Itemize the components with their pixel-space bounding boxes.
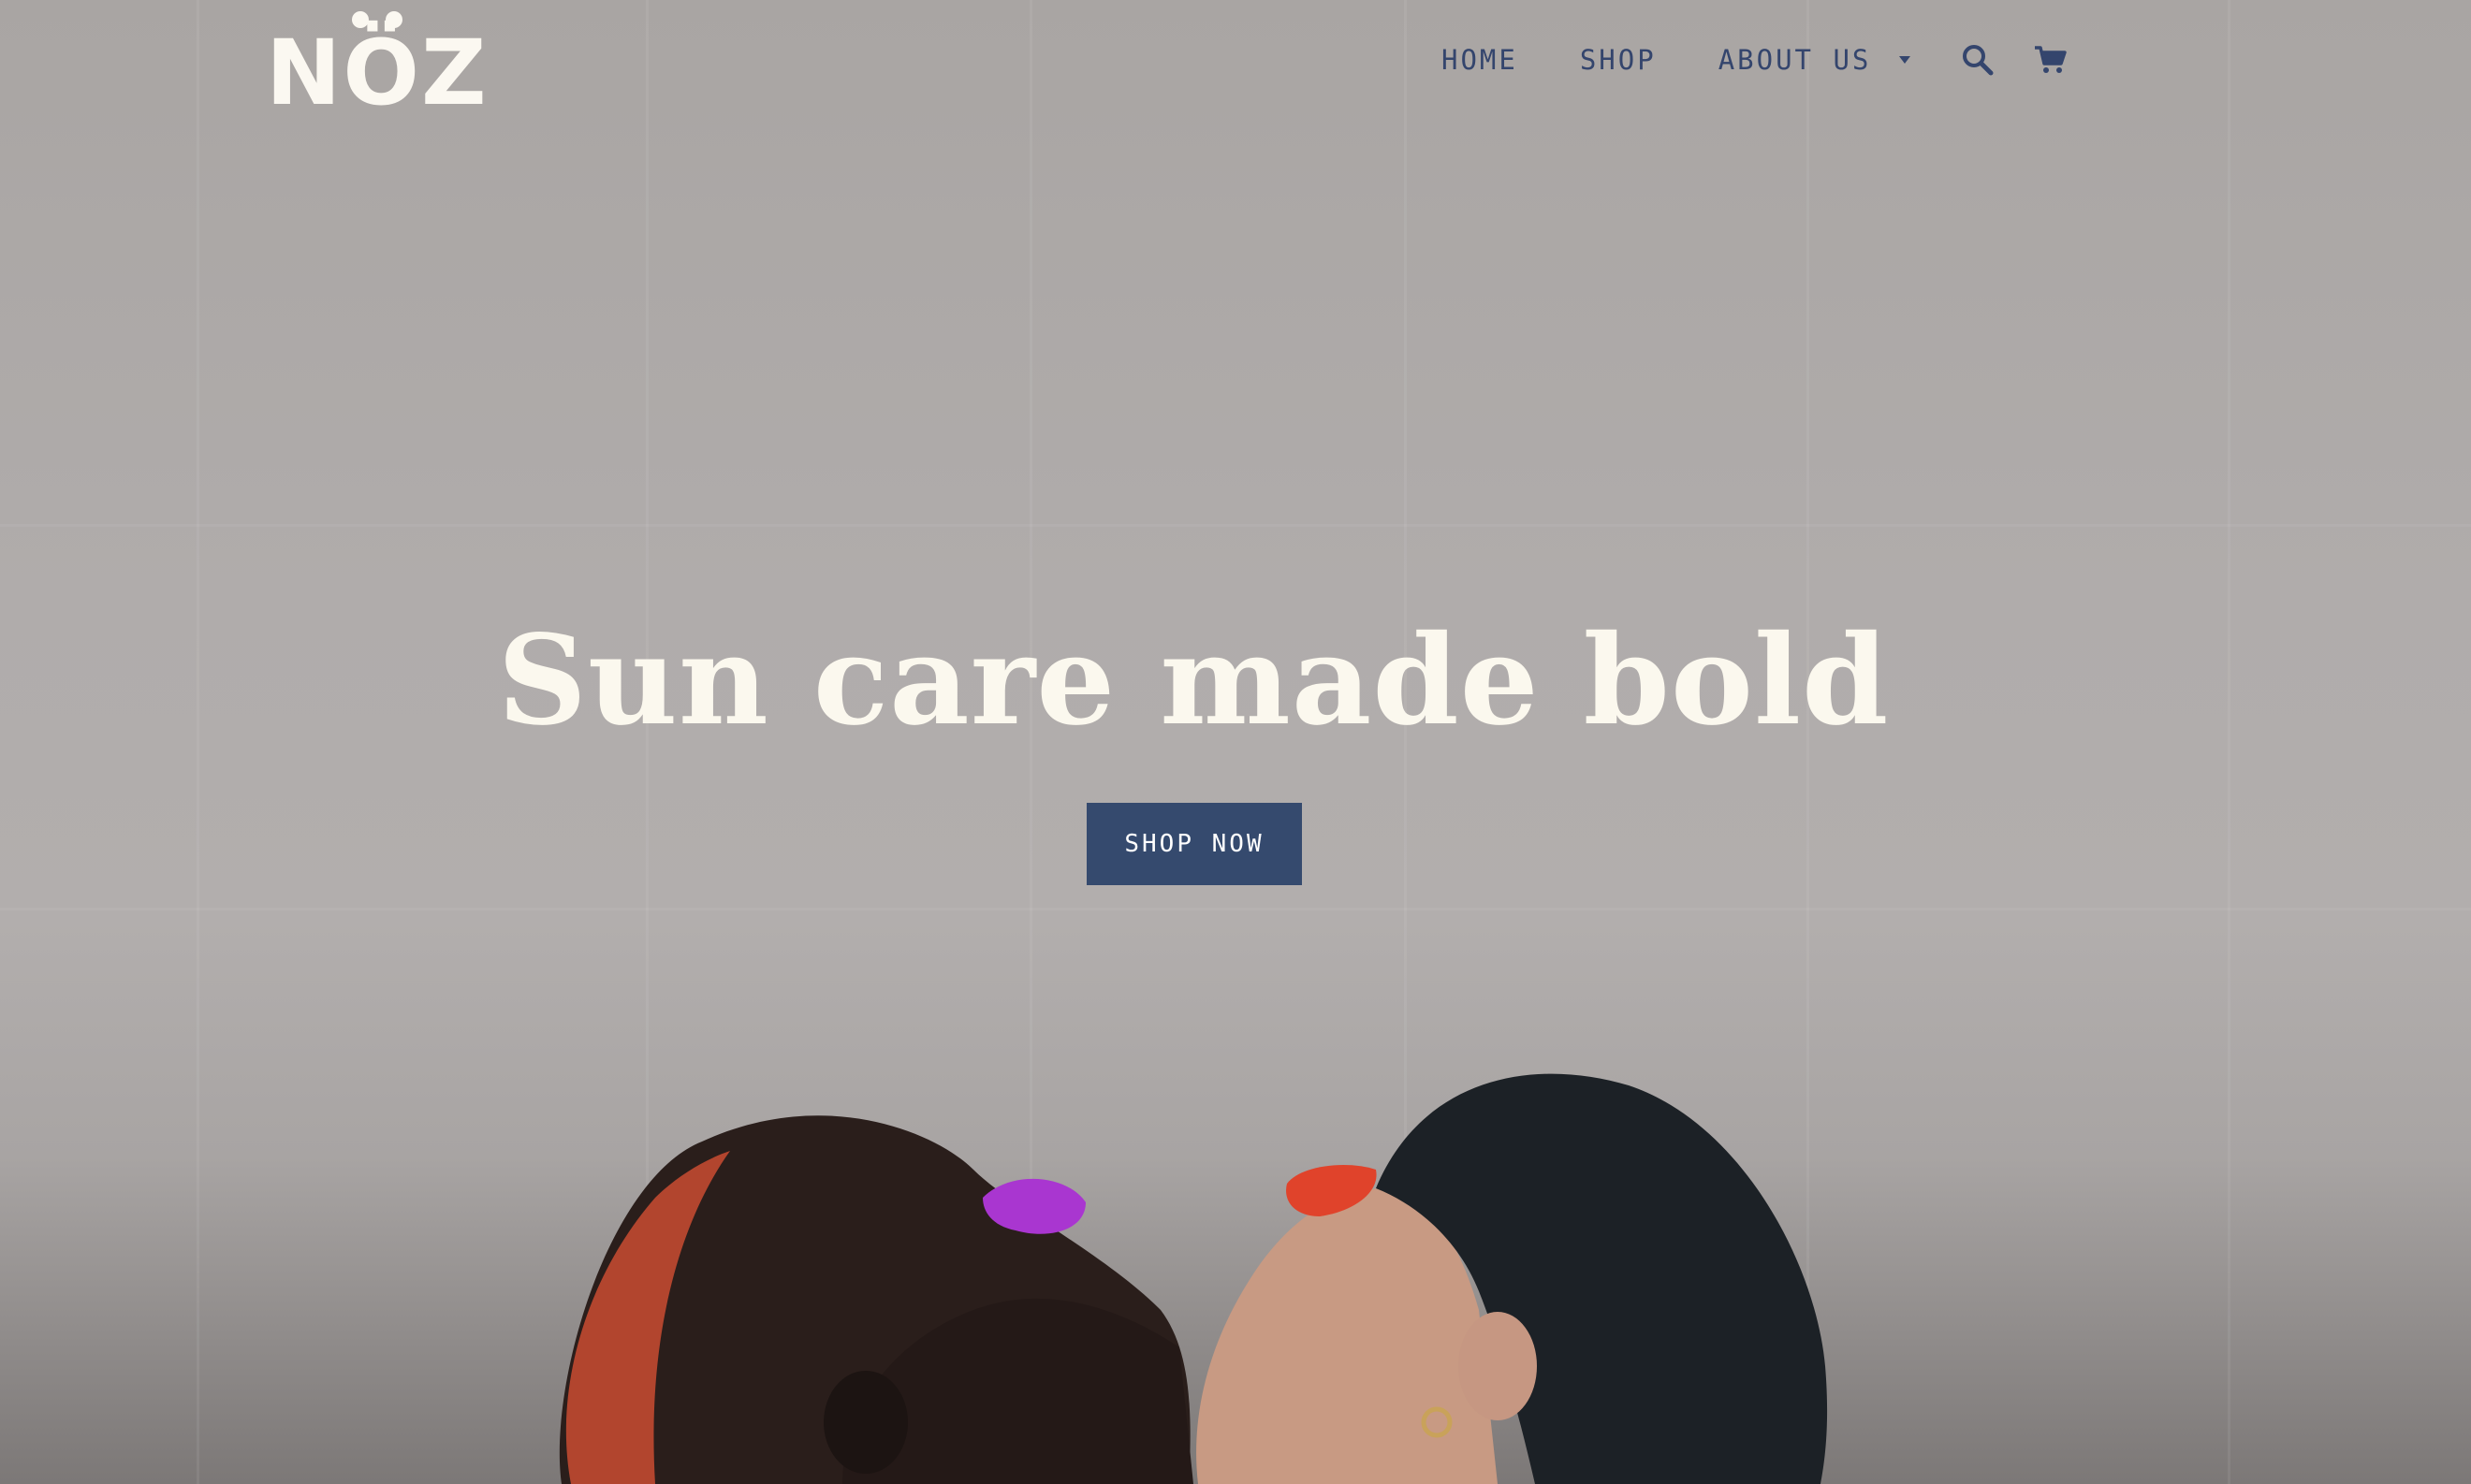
site-logo[interactable]: NÖZ [266,7,502,118]
hero-headline: Sun care made bold [497,608,1890,753]
person-left [559,1115,1193,1484]
main-nav: HOME SHOP ABOUT US [1441,41,2105,79]
search-button[interactable] [1959,41,1996,79]
hero-image-people [559,1073,1828,1484]
search-icon [1963,45,1994,76]
nav-about-label: ABOUT US [1718,44,1872,76]
cart-button[interactable] [2032,41,2069,79]
wall-tile-line [0,908,2471,910]
nav-shop-link[interactable]: SHOP [1580,44,1657,76]
nav-about-dropdown[interactable]: ABOUT US [1718,44,1911,76]
cart-icon [2035,46,2068,73]
nav-home-link[interactable]: HOME [1441,44,1518,76]
chevron-down-icon [1899,56,1911,64]
site-header: NÖZ HOME SHOP ABOUT US [0,0,2471,131]
person-right [1196,1073,1828,1484]
logo-text: NÖZ [266,21,489,125]
shop-now-button[interactable]: SHOP NOW [1087,803,1302,885]
wall-tile-line [0,524,2471,527]
